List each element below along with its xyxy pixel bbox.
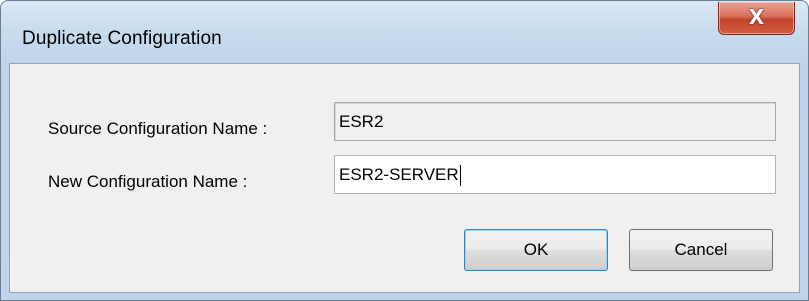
ok-button[interactable]: OK	[464, 229, 608, 271]
title-bar[interactable]: Duplicate Configuration X	[1, 1, 808, 57]
close-icon: X	[748, 5, 765, 29]
source-config-label: Source Configuration Name :	[48, 119, 268, 138]
dialog-content: Source Configuration Name : ESR2 New Con…	[9, 63, 800, 293]
dialog-window: Duplicate Configuration X Source Configu…	[0, 0, 809, 301]
new-config-label: New Configuration Name :	[48, 172, 248, 191]
close-button[interactable]: X	[718, 2, 795, 35]
text-caret	[459, 165, 461, 187]
new-config-field[interactable]: ESR2-SERVER	[334, 155, 776, 194]
cancel-button[interactable]: Cancel	[629, 229, 773, 271]
source-config-field: ESR2	[334, 102, 776, 141]
dialog-title: Duplicate Configuration	[22, 28, 222, 49]
new-config-value: ESR2-SERVER	[339, 165, 459, 184]
